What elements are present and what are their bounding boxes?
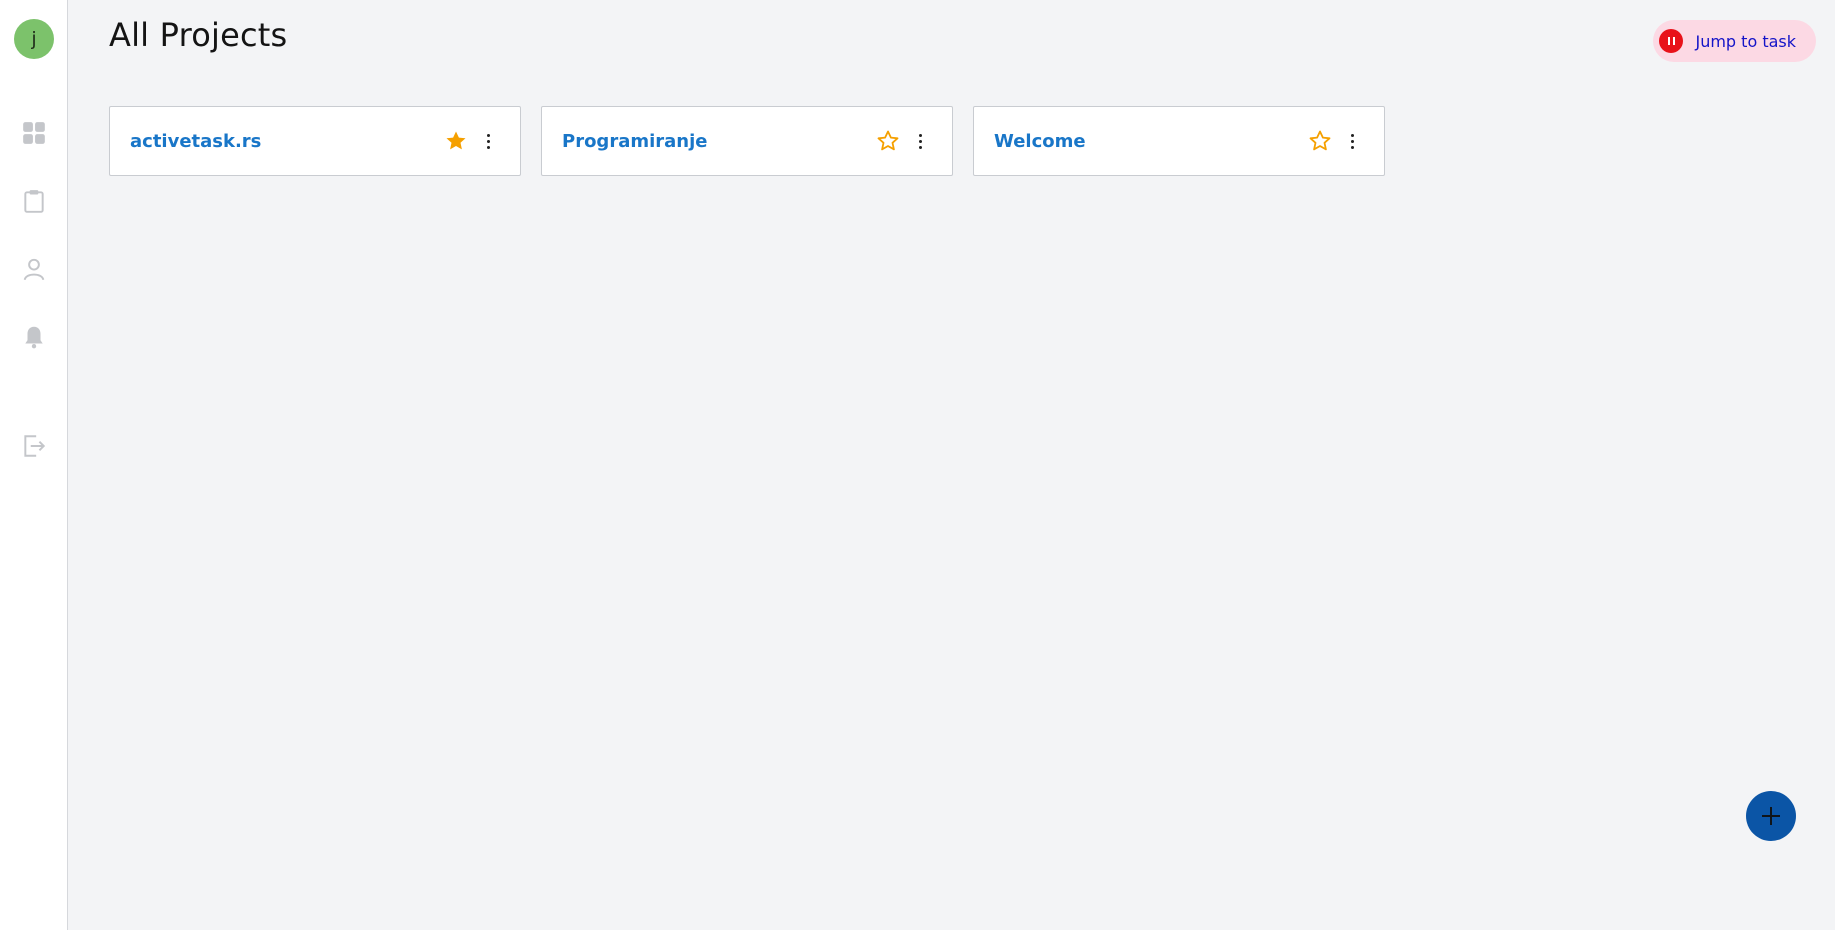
bell-icon bbox=[25, 326, 43, 349]
jump-to-task-button[interactable]: Jump to task bbox=[1653, 20, 1816, 62]
sidebar-item-profile[interactable] bbox=[20, 255, 48, 283]
pause-icon bbox=[1659, 29, 1684, 53]
page-title: All Projects bbox=[109, 16, 288, 54]
add-project-button[interactable] bbox=[1746, 791, 1796, 841]
plus-icon bbox=[1762, 807, 1780, 825]
project-title-link[interactable]: Programiranje bbox=[562, 107, 708, 175]
project-list: activetask.rs Programiranje Welcome bbox=[109, 106, 1385, 176]
project-card: Welcome bbox=[973, 106, 1385, 176]
avatar-initial: j bbox=[31, 28, 37, 50]
user-icon bbox=[23, 258, 45, 281]
more-options-icon[interactable] bbox=[478, 129, 498, 153]
grid-icon bbox=[23, 122, 45, 144]
main-content: All Projects Jump to task activetask.rs … bbox=[69, 0, 1835, 930]
clipboard-icon bbox=[24, 190, 44, 213]
star-outline-icon[interactable] bbox=[1308, 129, 1332, 153]
more-options-icon[interactable] bbox=[910, 129, 930, 153]
sidebar-item-notifications[interactable] bbox=[20, 323, 48, 351]
project-title-link[interactable]: activetask.rs bbox=[130, 107, 261, 175]
more-options-icon[interactable] bbox=[1342, 129, 1362, 153]
project-card: activetask.rs bbox=[109, 106, 521, 176]
star-filled-icon[interactable] bbox=[444, 129, 468, 153]
sidebar-item-tasks[interactable] bbox=[20, 187, 48, 215]
jump-to-task-label: Jump to task bbox=[1695, 31, 1796, 51]
star-outline-icon[interactable] bbox=[876, 129, 900, 153]
project-title-link[interactable]: Welcome bbox=[994, 107, 1086, 175]
avatar[interactable]: j bbox=[14, 19, 54, 59]
sidebar-item-dashboard[interactable] bbox=[20, 119, 48, 147]
project-card: Programiranje bbox=[541, 106, 953, 176]
sidebar-item-logout[interactable] bbox=[20, 432, 48, 460]
sidebar: j bbox=[0, 0, 68, 930]
logout-icon bbox=[24, 435, 46, 457]
